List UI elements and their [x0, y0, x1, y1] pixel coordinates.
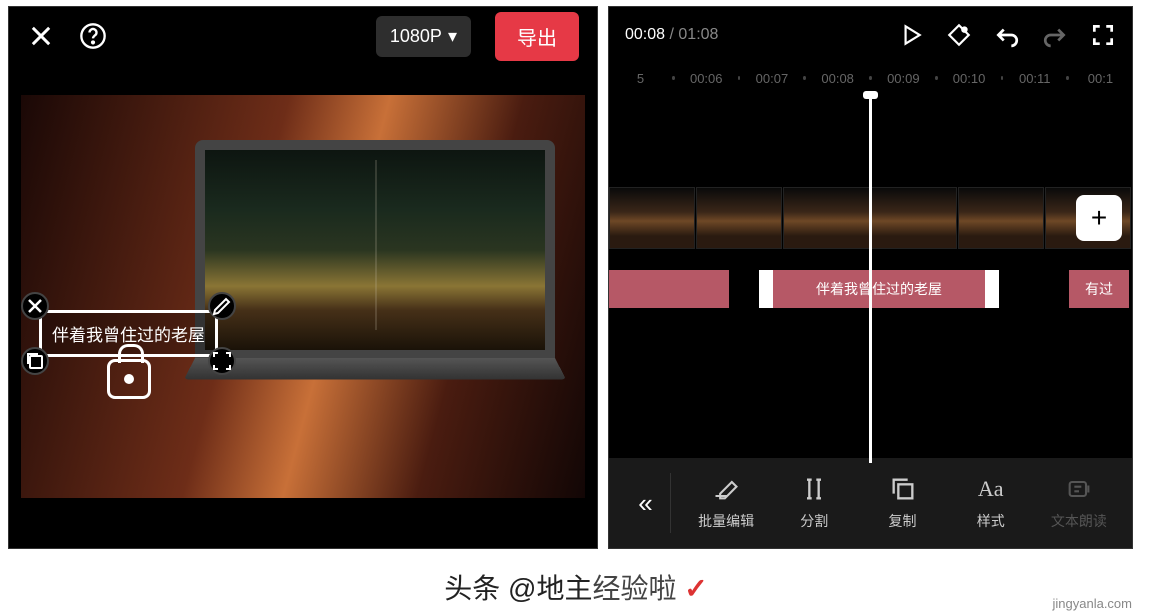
watermark-text-1: 头条 @地主 [444, 573, 592, 604]
copy-button[interactable]: 复制 [861, 475, 943, 531]
watermark: 头条 @地主经验啦 ✓ jingyanla.com [0, 567, 1152, 607]
ruler-tick: 00:11 [1007, 71, 1062, 86]
fullscreen-icon[interactable] [1090, 22, 1116, 48]
play-icon[interactable] [898, 22, 924, 48]
tool-label: 批量编辑 [698, 511, 754, 531]
time-current: 00:08 [625, 26, 665, 43]
style-button[interactable]: Aa 样式 [950, 475, 1032, 531]
watermark-text-2: 经验啦 [592, 573, 676, 604]
tool-label: 分割 [800, 511, 828, 531]
clip-thumb[interactable] [958, 187, 1044, 249]
clip-thumb[interactable] [783, 187, 869, 249]
close-icon[interactable] [27, 22, 55, 50]
resolution-button[interactable]: 1080P ▾ [376, 16, 471, 57]
scene-image [205, 150, 545, 350]
tool-label: 复制 [889, 511, 917, 531]
export-button[interactable]: 导出 [495, 12, 579, 61]
resolution-label: 1080P [390, 26, 442, 47]
add-clip-button[interactable]: + [1076, 195, 1122, 241]
tool-label: 样式 [977, 511, 1005, 531]
batch-edit-button[interactable]: 批量编辑 [685, 475, 767, 531]
handle-resize-icon[interactable] [208, 347, 236, 375]
ruler-tick: 00:06 [679, 71, 734, 86]
laptop-graphic [195, 140, 555, 420]
ruler-tick: 00:07 [744, 71, 799, 86]
text-clip-selected[interactable]: 伴着我曾住过的老屋 [759, 270, 999, 308]
time-display: 00:08 / 01:08 [625, 26, 718, 44]
text-read-icon [1065, 475, 1093, 503]
laptop-screen [195, 140, 555, 360]
help-icon[interactable] [79, 22, 107, 50]
lock-icon[interactable] [107, 359, 151, 399]
handle-delete-icon[interactable] [21, 292, 49, 320]
preview-panel: 1080P ▾ 导出 [8, 6, 598, 549]
handle-edit-icon[interactable] [208, 292, 236, 320]
undo-icon[interactable] [994, 22, 1020, 48]
laptop-base [184, 358, 566, 379]
ruler-tick: 00:1 [1073, 71, 1128, 86]
batch-edit-icon [712, 475, 740, 503]
timeline-tracks[interactable]: + 伴着我曾住过的老屋 有过 [609, 93, 1132, 458]
keyframe-icon[interactable] [946, 22, 972, 48]
handle-copy-icon[interactable] [21, 347, 49, 375]
video-preview[interactable]: 伴着我曾住过的老屋 [21, 95, 585, 498]
preview-toolbar: 1080P ▾ 导出 [9, 7, 597, 65]
timeline-panel: 00:08 / 01:08 5 00:06 00:07 [608, 6, 1133, 549]
time-total: / 01:08 [670, 26, 719, 43]
clip-thumb[interactable] [696, 187, 782, 249]
watermark-url: jingyanla.com [1053, 596, 1133, 611]
ruler-tick: 5 [613, 71, 668, 86]
bottom-toolbar: « 批量编辑 分割 复制 Aa 样 [609, 458, 1132, 548]
timeline-toolbar: 00:08 / 01:08 [609, 7, 1132, 63]
check-icon: ✓ [676, 573, 707, 604]
tool-label: 文本朗读 [1051, 511, 1107, 531]
ruler-tick: 00:10 [942, 71, 997, 86]
clip-thumb[interactable] [609, 187, 695, 249]
caption-overlay[interactable]: 伴着我曾住过的老屋 [39, 310, 218, 357]
back-button[interactable]: « [621, 473, 671, 533]
split-icon [800, 475, 828, 503]
text-clip[interactable]: 有过 [1069, 270, 1129, 308]
time-ruler[interactable]: 5 00:06 00:07 00:08 00:09 00:10 00:11 00… [609, 63, 1132, 93]
playhead[interactable] [869, 93, 872, 463]
copy-icon [889, 475, 917, 503]
text-read-button[interactable]: 文本朗读 [1038, 475, 1120, 531]
ruler-tick: 00:08 [810, 71, 865, 86]
split-button[interactable]: 分割 [773, 475, 855, 531]
chevron-down-icon: ▾ [448, 26, 457, 47]
text-clip[interactable] [609, 270, 729, 308]
style-icon: Aa [977, 475, 1005, 503]
clip-thumb[interactable] [871, 187, 957, 249]
ruler-tick: 00:09 [876, 71, 931, 86]
redo-icon[interactable] [1042, 22, 1068, 48]
